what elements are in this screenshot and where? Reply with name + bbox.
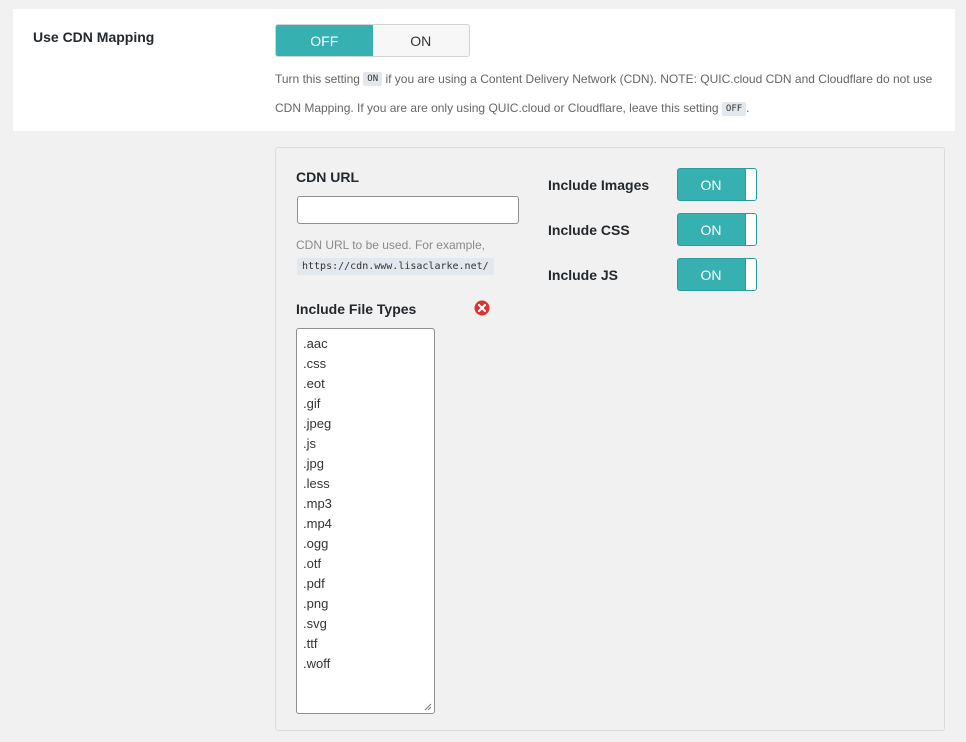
file-type-item: .gif	[303, 396, 321, 411]
include-images-row: Include Images ON	[548, 168, 758, 202]
cdn-mapping-row: Use CDN Mapping OFF ON Turn this setting…	[13, 9, 955, 131]
file-type-item: .mp4	[303, 516, 332, 531]
toggle-knob	[745, 169, 756, 200]
cdn-url-label: CDN URL	[296, 169, 359, 185]
include-images-state: ON	[700, 176, 722, 193]
cdn-mapping-description: Turn this setting ON if you are using a …	[275, 65, 940, 124]
desc-code-off: OFF	[721, 101, 747, 116]
file-type-item: .pdf	[303, 576, 325, 591]
cdn-url-input[interactable]	[297, 196, 519, 224]
desc-text-1: Turn this setting	[275, 72, 360, 86]
top-strip	[0, 0, 966, 9]
file-type-item: .less	[303, 476, 330, 491]
include-file-types-textarea[interactable]: .aac .css .eot .gif .jpeg .js .jpg .less .mp3 .mp…	[296, 328, 435, 714]
file-type-item: .aac	[303, 336, 328, 351]
cdn-url-example: https://cdn.www.lisaclarke.net/	[297, 258, 494, 275]
remove-circle-icon[interactable]	[474, 300, 490, 316]
file-type-item: .ogg	[303, 536, 329, 551]
cdn-mapping-panel: CDN URL CDN URL to be used. For example,…	[275, 147, 945, 731]
file-type-item: .jpeg	[303, 416, 332, 431]
file-type-item: .png	[303, 596, 329, 611]
desc-code-on: ON	[363, 72, 383, 87]
cdn-url-hint: CDN URL to be used. For example,	[296, 238, 485, 252]
include-images-toggle[interactable]: ON	[677, 168, 757, 201]
file-type-item: .js	[303, 436, 316, 451]
file-type-item: .eot	[303, 376, 325, 391]
resize-grip-icon[interactable]	[424, 703, 432, 711]
cdn-mapping-off-button[interactable]: OFF	[276, 25, 373, 56]
include-file-types-label: Include File Types	[296, 301, 417, 317]
include-css-state: ON	[700, 221, 722, 238]
file-types-list: .aac .css .eot .gif .jpeg .js .jpg .less .mp3 .mp…	[297, 329, 434, 674]
include-css-label: Include CSS	[548, 222, 630, 238]
file-type-item: .otf	[303, 556, 322, 571]
file-type-item: .mp3	[303, 496, 332, 511]
include-js-state: ON	[700, 266, 722, 283]
include-css-row: Include CSS ON	[548, 213, 758, 247]
include-js-label: Include JS	[548, 267, 619, 283]
file-type-item: .css	[303, 356, 327, 371]
toggle-knob	[745, 214, 756, 245]
include-css-toggle[interactable]: ON	[677, 213, 757, 246]
include-images-label: Include Images	[548, 177, 650, 193]
file-type-item: .jpg	[303, 456, 324, 471]
cdn-mapping-settings-row: CDN URL CDN URL to be used. For example,…	[13, 131, 955, 742]
file-type-item: .woff	[303, 656, 331, 671]
include-js-row: Include JS ON	[548, 258, 758, 292]
include-js-toggle[interactable]: ON	[677, 258, 757, 291]
toggle-knob	[745, 259, 756, 290]
file-type-item: .ttf	[303, 636, 318, 651]
cdn-mapping-label: Use CDN Mapping	[33, 29, 155, 45]
desc-text-3: .	[746, 101, 750, 116]
cdn-mapping-switch: OFF ON	[275, 24, 470, 57]
file-type-item: .svg	[303, 616, 327, 631]
cdn-mapping-on-button[interactable]: ON	[372, 25, 469, 56]
